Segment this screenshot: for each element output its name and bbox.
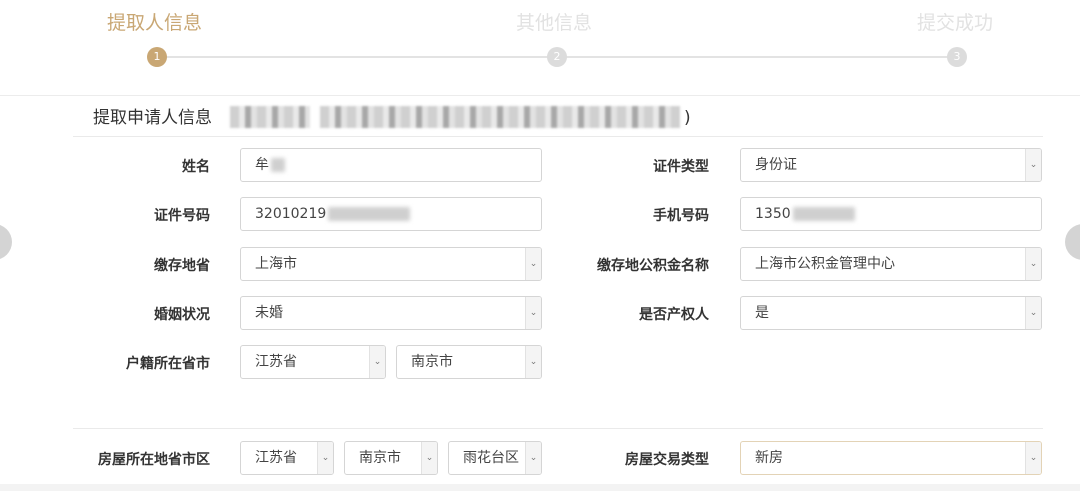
trade-type-value: 新房 [755,450,783,466]
chevron-down-icon: ⌄ [525,442,541,474]
chevron-down-icon: ⌄ [421,442,437,474]
chevron-down-icon: ⌄ [1025,297,1041,329]
marital-select[interactable]: 未婚 ⌄ [240,296,542,330]
step-connector-1 [157,56,557,58]
redacted-value [271,158,285,172]
is-owner-label: 是否产权人 [639,307,709,323]
id-type-value: 身份证 [755,157,797,173]
fund-name-select[interactable]: 上海市公积金管理中心 ⌄ [740,247,1042,281]
id-number-value: 32010219 [255,206,327,222]
divider [73,136,1043,137]
step-connector-2 [557,56,957,58]
house-location-label: 房屋所在地省市区 [98,452,210,468]
house-province-value: 江苏省 [255,450,297,466]
step-2-label: 其他信息 [516,12,593,34]
chevron-down-icon: ⌄ [525,248,541,280]
step-3-dot: 3 [947,47,967,67]
chevron-down-icon: ⌄ [1025,149,1041,181]
household-city-select[interactable]: 南京市 ⌄ [396,345,542,379]
divider [73,428,1043,429]
name-value: 牟 [255,157,269,173]
redacted-info [230,106,310,128]
redacted-value [792,207,855,221]
closing-paren: ) [684,108,691,128]
house-district-value: 雨花台区 [463,450,519,466]
fund-name-label: 缴存地公积金名称 [597,258,709,274]
household-city-value: 南京市 [411,354,453,370]
prev-arrow-button[interactable] [0,224,12,260]
house-province-select[interactable]: 江苏省 ⌄ [240,441,334,475]
house-city-value: 南京市 [359,450,401,466]
id-number-label: 证件号码 [154,208,210,224]
is-owner-select[interactable]: 是 ⌄ [740,296,1042,330]
trade-type-label: 房屋交易类型 [625,452,709,468]
phone-field[interactable]: 1350 [740,197,1042,231]
marital-label: 婚姻状况 [154,307,210,323]
trade-type-select[interactable]: 新房 ⌄ [740,441,1042,475]
section-title: 提取申请人信息 [93,108,212,128]
step-3-label: 提交成功 [917,12,994,34]
phone-label: 手机号码 [653,208,709,224]
deposit-province-label: 缴存地省 [154,258,210,274]
deposit-province-value: 上海市 [255,256,297,272]
redacted-value [328,207,411,221]
chevron-down-icon: ⌄ [317,442,333,474]
marital-value: 未婚 [255,305,283,321]
phone-value: 1350 [755,206,791,222]
house-city-select[interactable]: 南京市 ⌄ [344,441,438,475]
step-1-dot: 1 [147,47,167,67]
is-owner-value: 是 [755,305,769,321]
id-number-field[interactable]: 32010219 [240,197,542,231]
name-label: 姓名 [182,159,210,175]
id-type-label: 证件类型 [653,159,709,175]
id-type-select[interactable]: 身份证 ⌄ [740,148,1042,182]
household-label: 户籍所在省市 [126,356,210,372]
next-arrow-button[interactable] [1065,224,1080,260]
name-field[interactable]: 牟 [240,148,542,182]
bottom-border [0,484,1080,491]
household-province-select[interactable]: 江苏省 ⌄ [240,345,386,379]
step-2-dot: 2 [547,47,567,67]
chevron-down-icon: ⌄ [525,297,541,329]
house-district-select[interactable]: 雨花台区 ⌄ [448,441,542,475]
step-1-label: 提取人信息 [107,12,203,34]
chevron-down-icon: ⌄ [1025,248,1041,280]
chevron-down-icon: ⌄ [369,346,385,378]
deposit-province-select[interactable]: 上海市 ⌄ [240,247,542,281]
chevron-down-icon: ⌄ [525,346,541,378]
fund-name-value: 上海市公积金管理中心 [755,256,895,272]
chevron-down-icon: ⌄ [1025,442,1041,474]
progress-stepper: 提取人信息 其他信息 提交成功 1 2 3 [0,0,1080,96]
redacted-info [320,106,680,128]
household-province-value: 江苏省 [255,354,297,370]
